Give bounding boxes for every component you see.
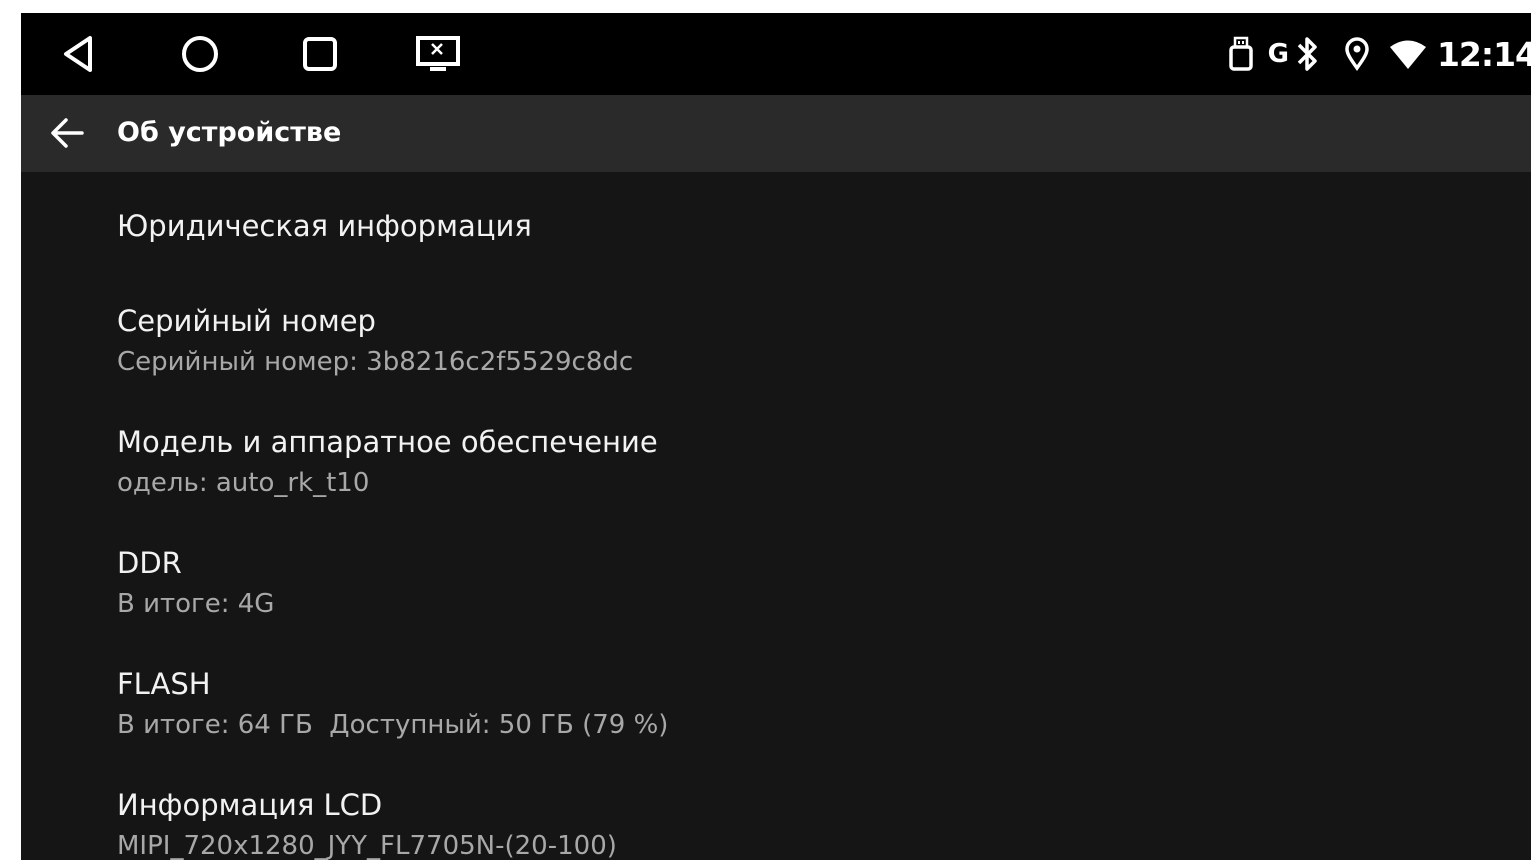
action-bar: Об устройстве — [21, 95, 1531, 172]
list-item-lcd[interactable]: Информация LCD MIPI_720x1280_JYY_FL7705N… — [21, 756, 1531, 860]
nav-screen-button[interactable] — [415, 31, 461, 77]
bluetooth-icon — [1295, 13, 1321, 95]
list-item-legal[interactable]: Юридическая информация — [21, 172, 1531, 272]
location-icon — [1343, 13, 1371, 95]
status-icons: G 12:14 — [1214, 13, 1531, 95]
recents-square-icon — [303, 37, 337, 71]
list-item-summary: В итоге: 4G — [117, 589, 275, 619]
android-screen: G 12:14 Об устройстве Юридическая информ… — [21, 13, 1531, 860]
status-bar: G 12:14 — [21, 13, 1531, 95]
clock: 12:14 — [1436, 34, 1531, 74]
nav-recents-button[interactable] — [297, 31, 343, 77]
list-item-flash[interactable]: FLASH В итоге: 64 ГБ Доступный: 50 ГБ (7… — [21, 635, 1531, 756]
list-item-serial[interactable]: Серийный номер Серийный номер: 3b8216c2f… — [21, 272, 1531, 393]
list-item-summary: одель: auto_rk_t10 — [117, 468, 370, 498]
nav-home-button[interactable] — [177, 31, 223, 77]
wifi-icon — [1389, 13, 1427, 95]
screen-cast-icon — [416, 36, 460, 71]
nav-back-button[interactable] — [57, 31, 103, 77]
g-network-indicator: G — [1267, 39, 1289, 69]
list-item-model[interactable]: Модель и аппаратное обеспечение одель: a… — [21, 393, 1531, 514]
home-circle-icon — [182, 36, 218, 72]
list-item-summary: В итоге: 64 ГБ Доступный: 50 ГБ (79 %) — [117, 710, 669, 740]
list-item-title: DDR — [117, 546, 182, 580]
arrow-left-icon — [51, 118, 84, 148]
back-triangle-icon — [64, 36, 92, 72]
list-item-title: Юридическая информация — [117, 209, 532, 243]
list-item-title: Серийный номер — [117, 304, 376, 338]
list-item-title: Модель и аппаратное обеспечение — [117, 425, 658, 459]
list-item-title: Информация LCD — [117, 788, 383, 822]
list-item-summary: MIPI_720x1280_JYY_FL7705N-(20-100) — [117, 831, 617, 860]
back-arrow-button[interactable] — [45, 111, 89, 155]
page-title: Об устройстве — [117, 117, 342, 148]
usb-icon — [1228, 13, 1254, 95]
list-item-title: FLASH — [117, 667, 211, 701]
list-item-summary: Серийный номер: 3b8216c2f5529c8dc — [117, 347, 634, 377]
list-item-ddr[interactable]: DDR В итоге: 4G — [21, 514, 1531, 635]
